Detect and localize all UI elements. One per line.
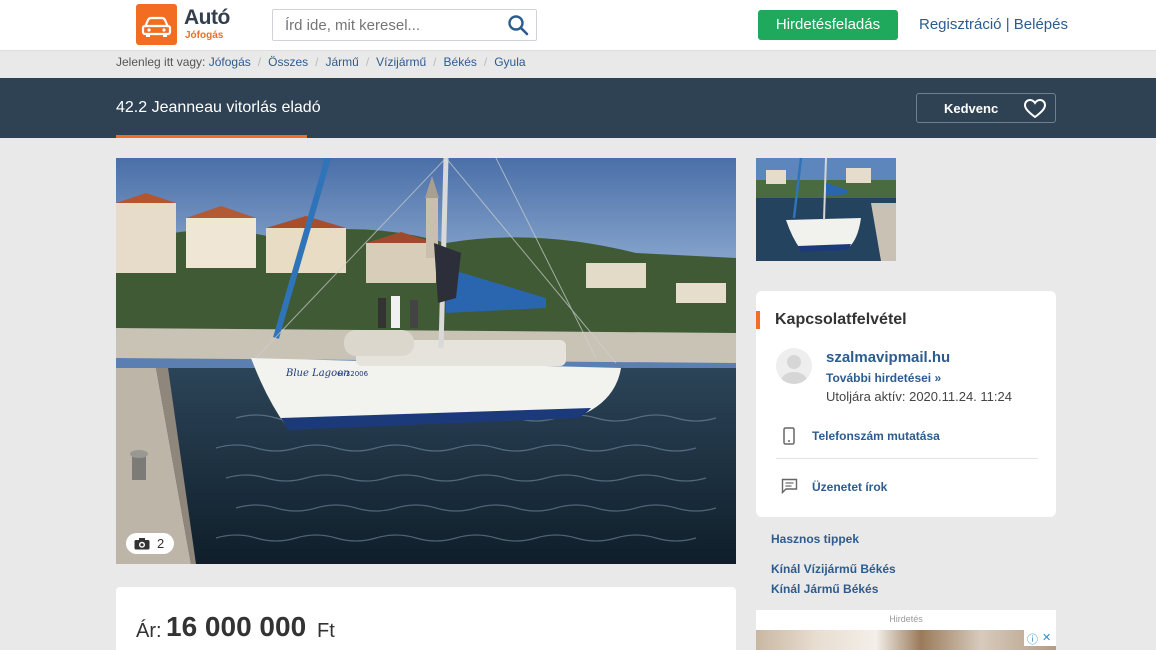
- post-ad-button[interactable]: Hirdetésfeladás: [758, 10, 898, 40]
- contact-title: Kapcsolatfelvétel: [775, 311, 907, 328]
- avatar: [776, 348, 812, 384]
- seller-name[interactable]: szalmavipmail.hu: [826, 349, 950, 366]
- message-icon: [781, 478, 798, 494]
- section-accent-bar: [756, 311, 760, 329]
- auth-separator: |: [1001, 16, 1014, 33]
- breadcrumb-item-bekes[interactable]: Békés: [444, 55, 477, 69]
- boat-registration: H-32006: [338, 370, 369, 378]
- camera-icon: [134, 538, 150, 550]
- search-icon[interactable]: [506, 14, 530, 36]
- breadcrumb-prefix: Jelenleg itt vagy:: [116, 55, 206, 69]
- price-currency: Ft: [317, 620, 335, 642]
- heart-icon: [1023, 98, 1047, 119]
- ad-image[interactable]: [756, 630, 1056, 650]
- listing-title-bar: 42.2 Jeanneau vitorlás eladó Kedvenc: [0, 78, 1156, 138]
- logo-title: Autó: [184, 6, 230, 29]
- price-label: Ár:: [136, 620, 162, 642]
- show-phone-button[interactable]: Telefonszám mutatása: [776, 423, 1038, 459]
- login-link[interactable]: Belépés: [1014, 16, 1068, 33]
- top-header: Autó Jófogás Hirdetésfeladás Regisztráci…: [0, 0, 1156, 51]
- favorite-button[interactable]: Kedvenc: [916, 93, 1056, 123]
- listing-title: 42.2 Jeanneau vitorlás eladó: [116, 99, 321, 116]
- last-active: Utoljára aktív: 2020.11.24. 11:24: [826, 389, 1012, 404]
- more-ads-link[interactable]: További hirdetései »: [826, 371, 941, 385]
- breadcrumb-item-gyula[interactable]: Gyula: [494, 55, 525, 69]
- ad-info-icon[interactable]: ⓘ: [1027, 631, 1038, 647]
- breadcrumb-separator: /: [433, 55, 437, 69]
- contact-card: Kapcsolatfelvétel szalmavipmail.hu Továb…: [756, 291, 1056, 517]
- search-box: [272, 9, 537, 41]
- photo-count-badge[interactable]: 2: [126, 533, 174, 554]
- write-message-label: Üzenetet írok: [812, 480, 888, 494]
- search-input[interactable]: [273, 10, 498, 40]
- site-logo[interactable]: Autó Jófogás: [136, 4, 246, 46]
- breadcrumb-separator: /: [365, 55, 370, 69]
- show-phone-label: Telefonszám mutatása: [812, 429, 940, 443]
- useful-tips-link[interactable]: Hasznos tippek: [771, 532, 859, 546]
- breadcrumb-item-jofogas[interactable]: Jófogás: [209, 55, 251, 69]
- breadcrumb-separator: /: [315, 55, 319, 69]
- main-photo[interactable]: Blue Lagoon H-32006: [116, 158, 736, 564]
- breadcrumb-separator: /: [257, 55, 262, 69]
- ad-label: Hirdetés: [889, 614, 923, 624]
- register-link[interactable]: Regisztráció: [919, 16, 1002, 33]
- ad-close-icon[interactable]: ✕: [1042, 631, 1051, 644]
- breadcrumb-separator: /: [483, 55, 488, 69]
- breadcrumb-item-vizijarmu[interactable]: Vízijármű: [376, 55, 426, 69]
- car-logo-icon: [136, 4, 177, 45]
- price-value: 16 000 000: [166, 611, 307, 642]
- offer-vehicle-link[interactable]: Kínál Jármű Békés: [771, 582, 878, 596]
- offer-watercraft-link[interactable]: Kínál Vízijármű Békés: [771, 562, 896, 576]
- breadcrumb: Jelenleg itt vagy: Jófogás / Összes / Jármű /…: [116, 55, 526, 69]
- title-underline: [116, 135, 307, 138]
- write-message-button[interactable]: Üzenetet írok: [776, 475, 1038, 499]
- logo-subtitle: Jófogás: [185, 30, 224, 41]
- ad-choices: ⓘ ✕: [1024, 630, 1056, 646]
- favorite-label: Kedvenc: [944, 101, 999, 116]
- price-card: Ár: 16 000 000 Ft: [116, 587, 736, 650]
- breadcrumb-item-osszes[interactable]: Összes: [268, 55, 308, 69]
- photo-thumbnail[interactable]: [756, 158, 896, 261]
- advertisement[interactable]: Hirdetés ⓘ ✕: [756, 610, 1056, 650]
- auth-links: Regisztráció | Belépés: [919, 16, 1068, 33]
- phone-icon: [783, 427, 795, 445]
- photo-count: 2: [157, 536, 165, 551]
- breadcrumb-item-jarmu[interactable]: Jármű: [325, 55, 358, 69]
